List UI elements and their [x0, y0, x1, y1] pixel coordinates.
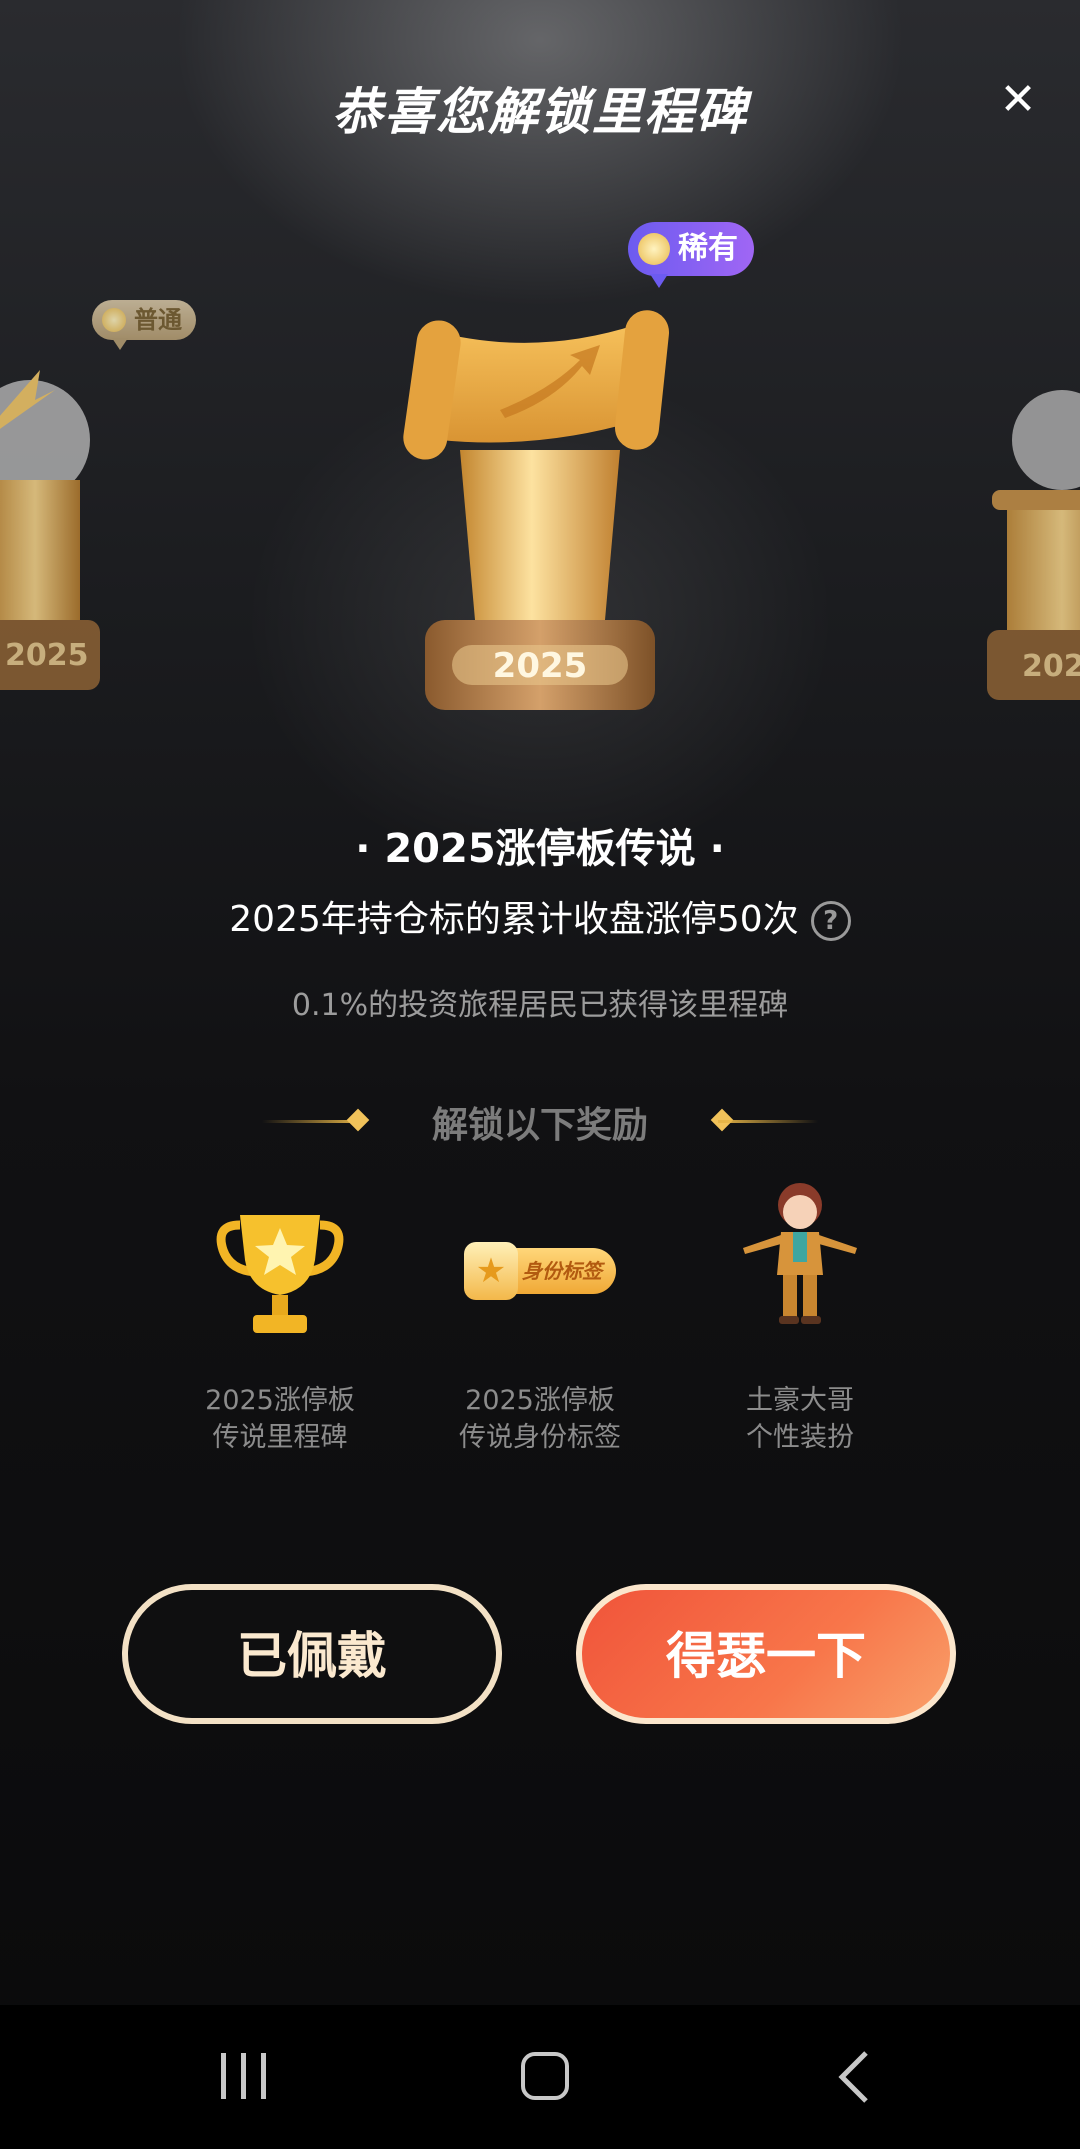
- trophy-left-preview[interactable]: 2025: [0, 330, 110, 710]
- recent-apps-bar: [261, 2053, 266, 2099]
- worn-button[interactable]: 已佩戴: [122, 1584, 502, 1724]
- milestone-popup: 恭喜您解锁里程碑 ✕ 2025 普通 2025 稀有: [0, 0, 1080, 2005]
- show-off-button[interactable]: 得瑟一下: [576, 1584, 956, 1724]
- home-shape: [521, 2052, 569, 2100]
- trophy-icon: [160, 1190, 400, 1340]
- left-trophy-year: 2025: [5, 638, 89, 673]
- badge-star-icon: [638, 233, 670, 265]
- reward-label-line1: 2025涨停板: [205, 1385, 355, 1416]
- milestone-trophy-image: 2025: [403, 310, 670, 710]
- recent-apps-icon[interactable]: [217, 2047, 277, 2107]
- identity-badge-text: 身份标签: [522, 1259, 602, 1283]
- rewards-section-title: 解锁以下奖励: [431, 1105, 648, 1146]
- milestone-stat: 0.1%的投资旅程居民已获得该里程碑: [291, 988, 789, 1023]
- avatar-outfit-icon: [680, 1183, 920, 1340]
- right-trophy-year: 2025: [1022, 649, 1080, 684]
- recent-apps-bar: [241, 2053, 246, 2099]
- reward-item: 土豪大哥 个性装扮: [680, 1183, 920, 1456]
- system-nav-bar: [0, 2005, 1080, 2149]
- common-tag-label: 普通: [134, 306, 182, 334]
- reward-item: ★ 身份标签 2025涨停板 传说身份标签: [420, 1190, 660, 1456]
- close-icon[interactable]: ✕: [990, 72, 1046, 128]
- milestone-description-text: 2025年持仓标的累计收盘涨停50次: [229, 899, 799, 940]
- trophy-year: 2025: [493, 646, 588, 686]
- milestone-description: 2025年持仓标的累计收盘涨停50次?: [0, 890, 1080, 942]
- reward-label: 2025涨停板 传说身份标签: [420, 1382, 660, 1456]
- help-icon[interactable]: ?: [810, 901, 851, 941]
- rare-tag-label: 稀有: [678, 231, 738, 266]
- reward-label-line1: 2025涨停板: [465, 1385, 615, 1416]
- divider-line-right: [718, 1120, 818, 1123]
- reward-label: 土豪大哥 个性装扮: [680, 1382, 920, 1456]
- reward-item: 2025涨停板 传说里程碑: [160, 1190, 400, 1456]
- milestone-name: · 2025涨停板传说 ·: [355, 826, 725, 872]
- back-icon[interactable]: [826, 2047, 886, 2107]
- identity-badge: ★ 身份标签: [464, 1242, 616, 1300]
- home-icon[interactable]: [516, 2047, 576, 2107]
- popup-title: 恭喜您解锁里程碑: [332, 83, 748, 141]
- badge-star-icon: [102, 308, 126, 332]
- trophy-right-preview[interactable]: 2025: [972, 360, 1080, 710]
- identity-tag-icon: ★ 身份标签: [420, 1190, 660, 1340]
- rare-tag: 稀有: [628, 222, 754, 288]
- reward-label-line1: 土豪大哥: [746, 1385, 854, 1416]
- reward-label-line2: 个性装扮: [746, 1422, 854, 1453]
- star-icon: ★: [464, 1242, 518, 1300]
- reward-label: 2025涨停板 传说里程碑: [160, 1382, 400, 1456]
- recent-apps-bar: [221, 2053, 226, 2099]
- reward-label-line2: 传说里程碑: [212, 1422, 348, 1453]
- common-tag: 普通: [92, 300, 196, 350]
- reward-label-line2: 传说身份标签: [459, 1422, 621, 1453]
